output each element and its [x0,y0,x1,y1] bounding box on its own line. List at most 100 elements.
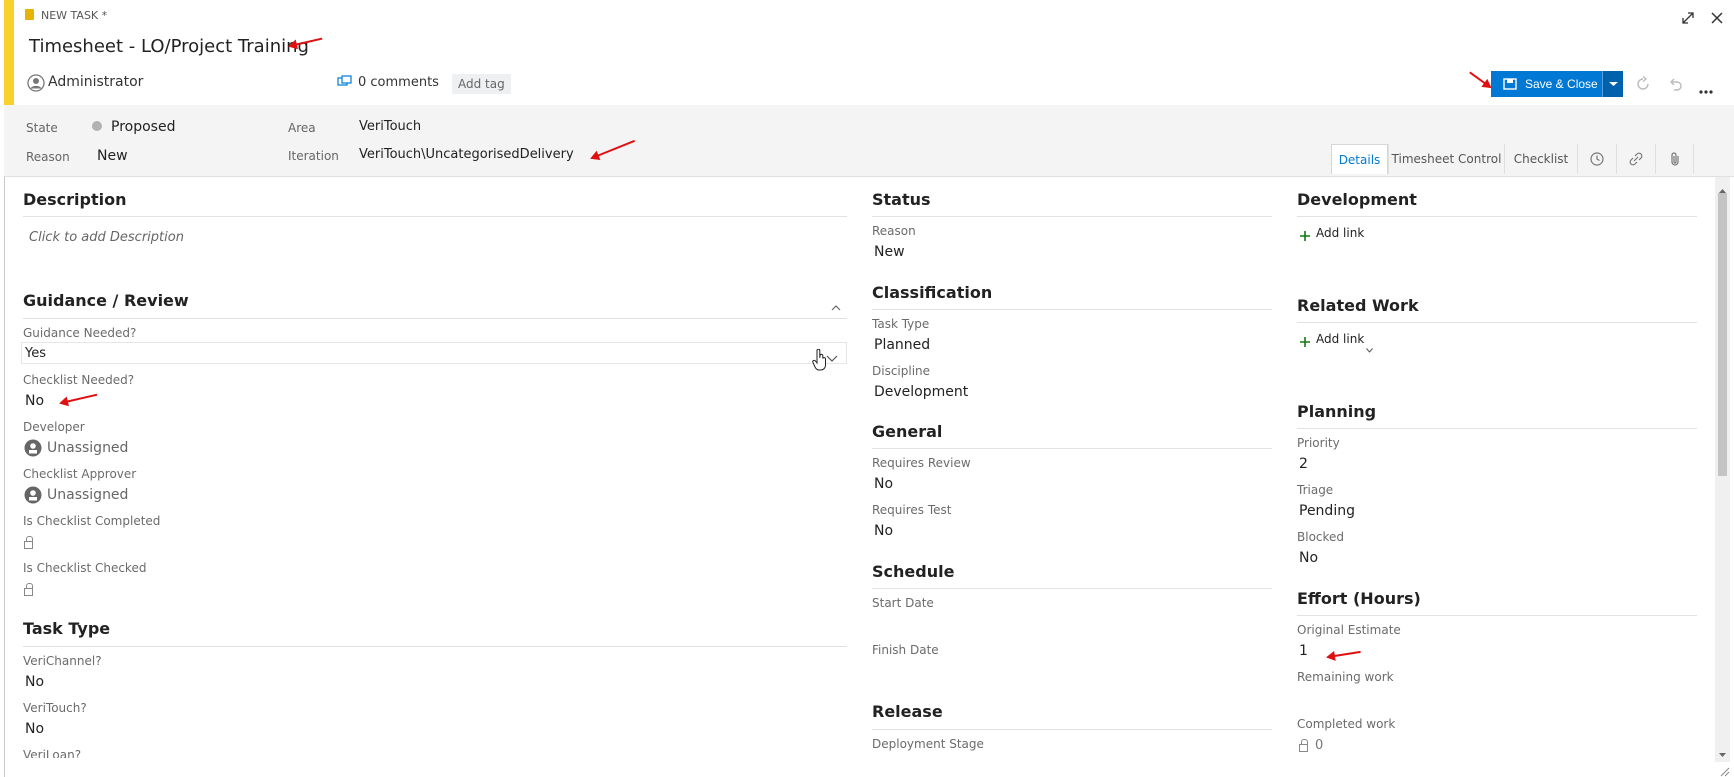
close-icon[interactable] [1710,10,1724,24]
requires-review-label: Requires Review [872,456,971,470]
unassigned-avatar-icon [24,439,42,457]
guidance-section-title: Guidance / Review [23,291,189,310]
assigned-to-field[interactable]: Administrator [48,74,143,90]
veriloan-label: VeriLoan? [23,748,82,758]
area-field[interactable]: VeriTouch [359,119,421,134]
blocked-label: Blocked [1297,530,1345,544]
more-actions-icon[interactable] [1698,80,1714,94]
reason-field[interactable]: New [97,148,128,164]
is-checklist-completed-label: Is Checklist Completed [23,514,161,528]
save-icon [1503,78,1517,90]
undo-icon[interactable] [1667,76,1683,92]
requires-test-field[interactable]: No [874,523,893,539]
veritouch-field[interactable]: No [25,721,44,737]
chevron-down-icon[interactable] [1366,338,1373,353]
finish-date-field[interactable] [872,660,1272,680]
reason-label: Reason [26,150,70,164]
scrollbar-thumb[interactable] [1718,193,1727,476]
task-type-section-title: Task Type [23,619,111,638]
comments-icon[interactable] [337,74,353,88]
attachment-icon [1670,152,1679,166]
collapse-chevron-icon[interactable] [831,297,841,311]
start-date-field[interactable] [872,613,1272,633]
deployment-stage-label: Deployment Stage [872,737,984,751]
related-work-add-link-button[interactable]: Add link [1316,332,1364,346]
release-section-title: Release [872,702,943,721]
guidance-divider [23,318,847,319]
tab-links[interactable] [1616,144,1655,174]
mouse-cursor-hand-icon [812,348,828,371]
iteration-field[interactable]: VeriTouch\UncategorisedDelivery [359,147,574,162]
work-item-kind-label: NEW TASK * [41,9,108,22]
related-work-divider [1297,322,1697,323]
tab-details[interactable]: Details [1331,144,1388,174]
verichannel-field[interactable]: No [25,674,44,690]
lock-icon [1299,737,1308,756]
planning-section-title: Planning [1297,402,1377,421]
state-field[interactable]: Proposed [111,119,175,135]
description-editor[interactable]: Click to add Description [29,230,184,245]
scroll-down-arrow-icon[interactable] [1718,744,1727,757]
status-divider [872,216,1272,217]
development-section-title: Development [1297,190,1417,209]
task-icon [25,9,34,20]
checklist-needed-field[interactable]: No [25,393,44,409]
veritouch-label: VeriTouch? [23,701,87,715]
task-type-label: Task Type [872,317,930,331]
resize-grip-icon[interactable] [1718,762,1730,777]
description-section-title: Description [23,190,127,209]
iteration-label: Iteration [288,149,339,163]
state-label: State [26,121,58,135]
guidance-needed-dropdown[interactable] [21,342,847,364]
checklist-approver-field[interactable]: Unassigned [47,487,128,503]
task-type-field[interactable]: Planned [874,337,930,353]
link-icon [1629,152,1643,166]
effort-section-title: Effort (Hours) [1297,589,1421,608]
remaining-work-label: Remaining work [1297,670,1394,684]
discipline-label: Discipline [872,364,931,378]
classification-section-title: Classification [872,283,993,302]
blocked-field[interactable]: No [1299,550,1318,566]
is-checklist-checked-label: Is Checklist Checked [23,561,147,575]
status-reason-field[interactable]: New [874,244,905,260]
work-item-title[interactable]: Timesheet - LO/Project Training [29,36,309,57]
triage-field[interactable]: Pending [1299,503,1355,519]
save-options-dropdown[interactable] [1602,71,1623,97]
original-estimate-field[interactable]: 1 [1299,643,1308,659]
checklist-needed-label: Checklist Needed? [23,373,135,387]
tab-timesheet-control[interactable]: Timesheet Control [1388,144,1504,174]
comments-count[interactable]: 0 comments [358,75,439,90]
requires-test-label: Requires Test [872,503,952,517]
guidance-needed-label: Guidance Needed? [23,326,137,340]
tab-attachments[interactable] [1655,144,1694,174]
plus-icon [1299,227,1311,241]
discipline-field[interactable]: Development [874,384,968,400]
state-status-dot [92,121,102,131]
developer-field[interactable]: Unassigned [47,440,128,456]
start-date-label: Start Date [872,596,934,610]
task-type-divider [23,646,847,647]
maximize-icon[interactable] [1681,10,1694,24]
original-estimate-label: Original Estimate [1297,623,1401,637]
refresh-icon[interactable] [1635,75,1651,92]
general-section-title: General [872,422,943,441]
scroll-up-arrow-icon[interactable] [1718,180,1727,193]
related-work-section-title: Related Work [1297,296,1419,315]
save-and-close-label: Save & Close [1525,77,1598,91]
tab-history[interactable] [1577,144,1616,174]
tab-checklist[interactable]: Checklist [1504,144,1577,174]
development-divider [1297,216,1697,217]
remaining-work-field[interactable] [1297,687,1697,707]
history-icon [1590,152,1604,166]
schedule-section-title: Schedule [872,562,955,581]
priority-field[interactable]: 2 [1299,456,1308,472]
finish-date-label: Finish Date [872,643,939,657]
development-add-link-button[interactable]: Add link [1316,226,1364,240]
planning-divider [1297,428,1697,429]
priority-label: Priority [1297,436,1340,450]
unassigned-avatar-icon [24,486,42,504]
requires-review-field[interactable]: No [874,476,893,492]
release-divider [872,729,1272,730]
add-tag-button[interactable]: Add tag [452,74,511,94]
completed-work-field: 0 [1315,738,1324,753]
